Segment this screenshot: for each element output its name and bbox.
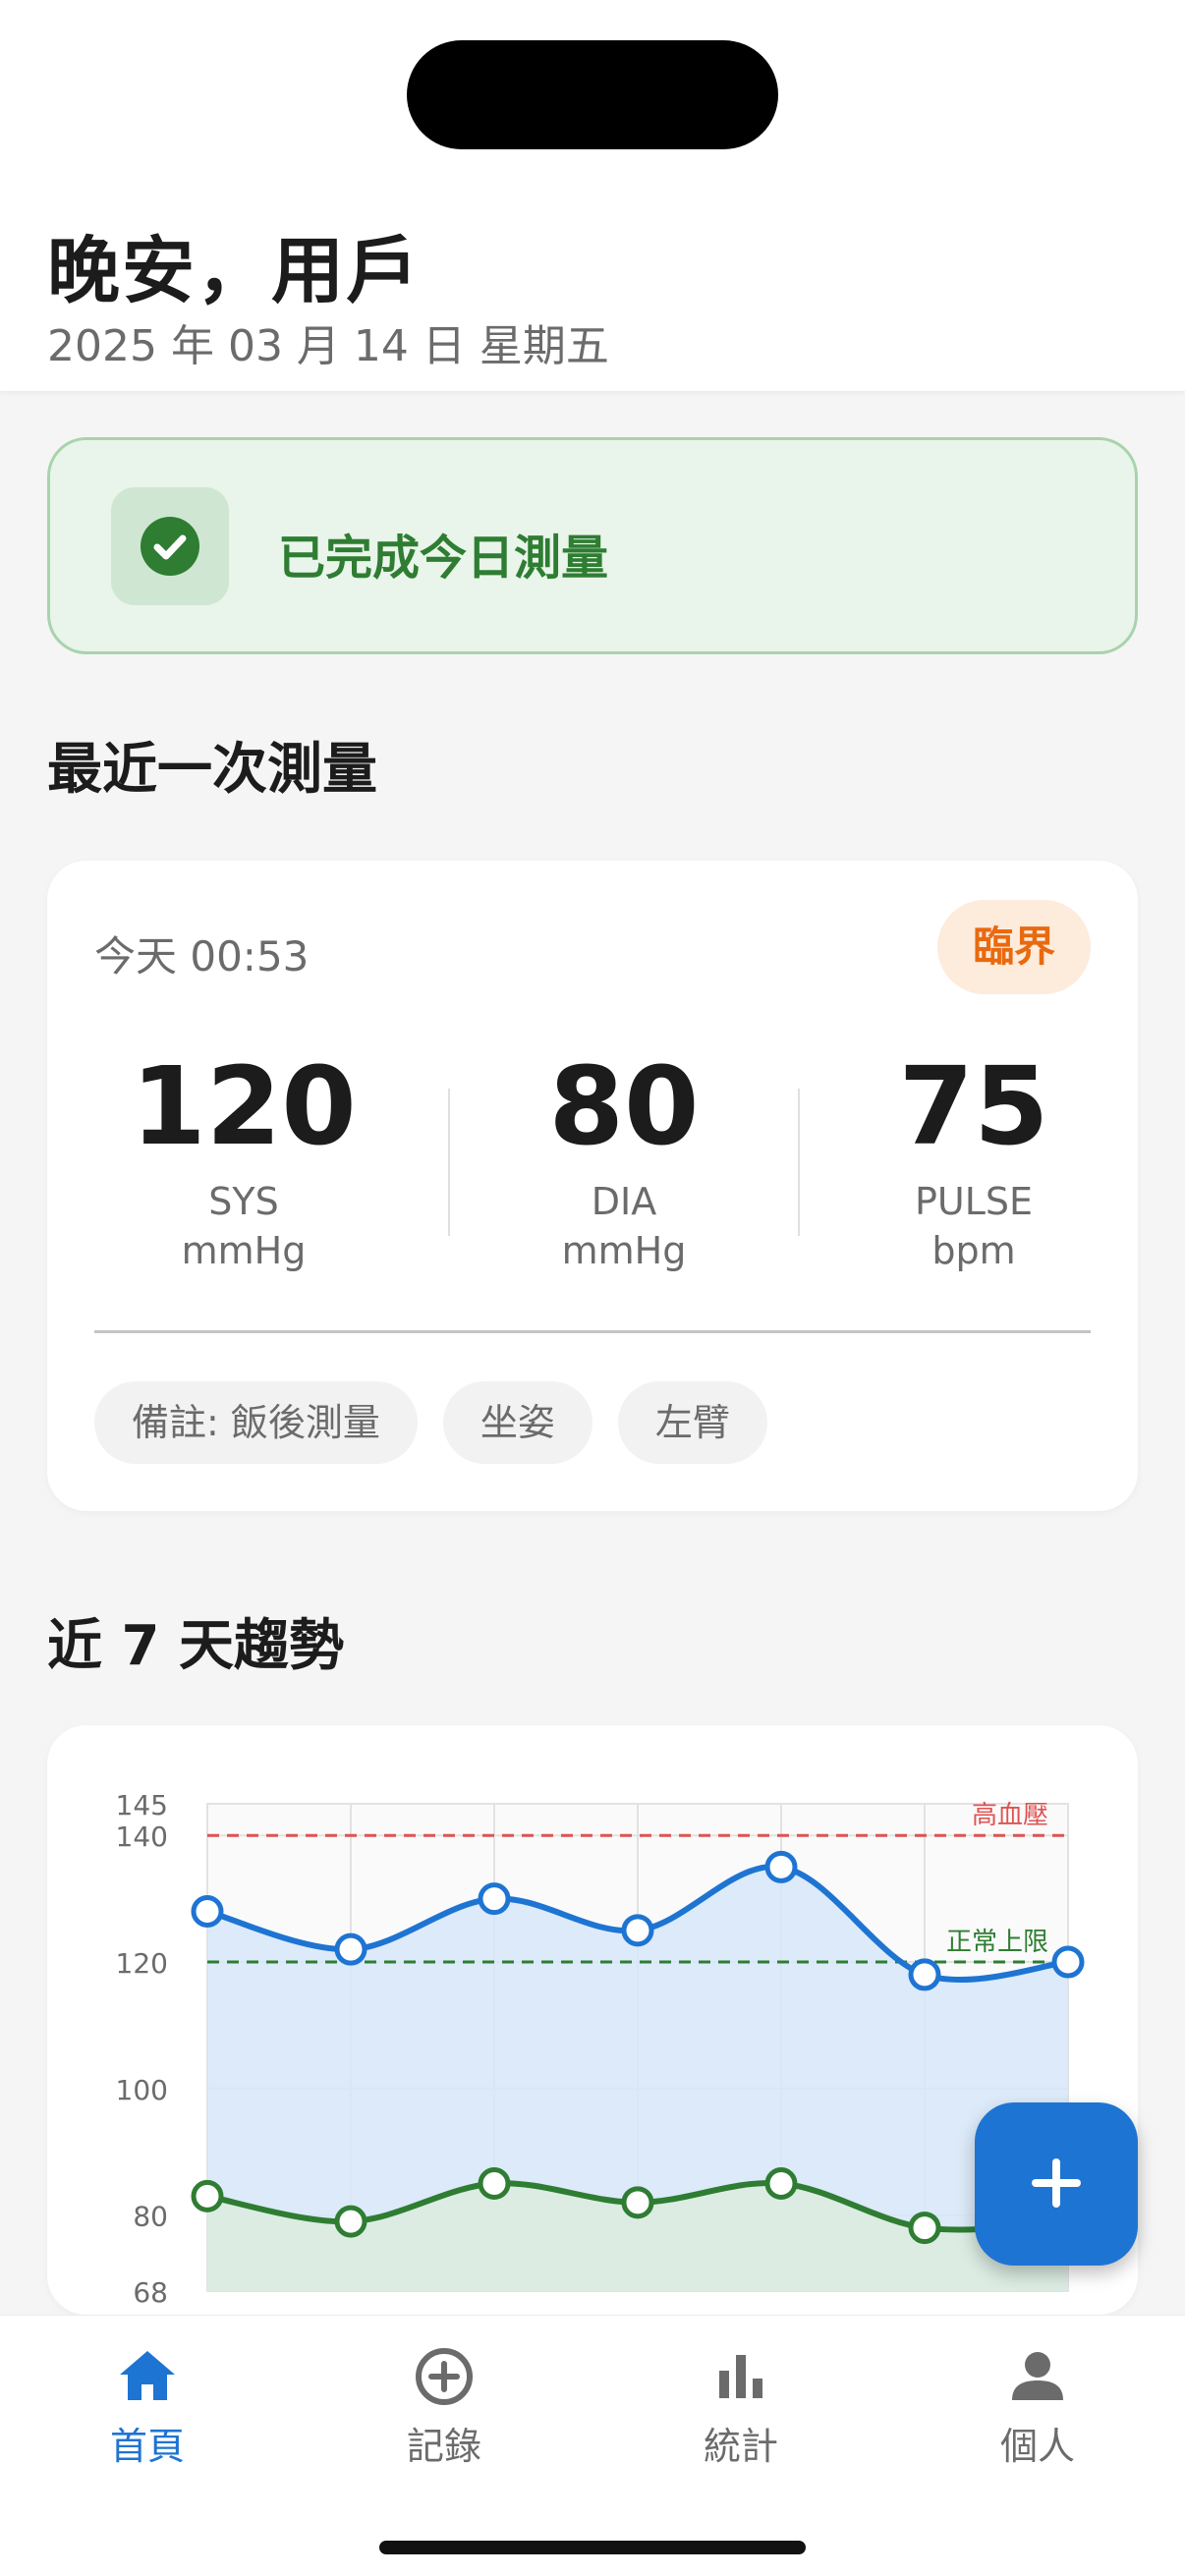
data-point	[191, 2179, 224, 2212]
nav-profile-label: 個人	[999, 2425, 1075, 2468]
nav-stats-label: 統計	[703, 2425, 778, 2468]
page-header: 晚安，用戶 2025 年 03 月 14 日 星期五	[0, 187, 1185, 391]
home-indicator	[379, 2541, 806, 2554]
home-icon	[116, 2345, 179, 2408]
measurement-done-banner: 已完成今日測量	[47, 437, 1138, 654]
done-message: 已完成今日測量	[278, 531, 609, 586]
data-point	[908, 1958, 941, 1991]
data-point	[908, 2212, 941, 2245]
dia-unit: mmHg	[561, 1229, 687, 1272]
bottom-navigation: 首頁 記錄 統計 個人	[0, 2315, 1185, 2576]
metric-divider	[448, 1089, 450, 1236]
y-tick-label: 80	[133, 2201, 168, 2233]
nav-stats[interactable]: 統計	[593, 2345, 888, 2468]
dia-label: DIA	[591, 1180, 657, 1223]
data-point	[621, 1914, 654, 1947]
data-point	[621, 2186, 654, 2219]
data-point	[1051, 1945, 1085, 1979]
data-point	[478, 2166, 511, 2200]
measurement-tags: 備註: 飯後測量 坐姿 左臂	[94, 1381, 767, 1464]
y-tick-label: 120	[116, 1947, 168, 1980]
status-bar	[0, 0, 1185, 187]
nav-home[interactable]: 首頁	[0, 2345, 295, 2468]
latest-section-title: 最近一次測量	[47, 738, 377, 802]
pulse-metric: 75 PULSE bpm	[826, 1047, 1121, 1275]
nav-record-label: 記錄	[406, 2425, 481, 2468]
y-tick-label: 140	[116, 1820, 168, 1853]
nav-record[interactable]: 記錄	[297, 2345, 592, 2468]
person-icon	[1006, 2345, 1069, 2408]
metric-divider	[798, 1089, 800, 1236]
plus-icon-vertical	[1052, 2158, 1060, 2208]
posture-tag: 坐姿	[442, 1381, 592, 1464]
pulse-unit: bpm	[931, 1229, 1016, 1272]
data-point	[334, 2205, 367, 2238]
measurement-time: 今天 00:53	[94, 932, 310, 980]
note-tag: 備註: 飯後測量	[94, 1381, 418, 1464]
data-point	[764, 2166, 798, 2200]
add-circle-icon	[413, 2345, 476, 2408]
greeting-title: 晚安，用戶	[47, 229, 421, 313]
check-icon-container	[111, 487, 229, 605]
pulse-value: 75	[898, 1043, 1049, 1169]
add-measurement-button[interactable]	[975, 2102, 1138, 2266]
sys-unit: mmHg	[181, 1229, 307, 1272]
bar-chart-icon	[709, 2345, 772, 2408]
card-divider	[94, 1330, 1091, 1333]
dia-value: 80	[548, 1043, 700, 1169]
data-point	[191, 1895, 224, 1929]
reference-line-label: 正常上限	[946, 1928, 1048, 1957]
nav-profile[interactable]: 個人	[890, 2345, 1185, 2468]
pulse-label: PULSE	[914, 1180, 1034, 1223]
y-tick-label: 145	[116, 1789, 168, 1821]
arm-tag: 左臂	[617, 1381, 767, 1464]
trend-section-title: 近 7 天趨勢	[47, 1614, 344, 1678]
data-point	[478, 1882, 511, 1916]
status-badge: 臨界	[937, 900, 1091, 994]
sys-label: SYS	[208, 1180, 279, 1223]
check-circle-icon	[141, 517, 199, 576]
reference-line-label: 高血壓	[972, 1801, 1048, 1830]
nav-home-label: 首頁	[109, 2425, 185, 2468]
latest-measurement-card[interactable]: 今天 00:53 臨界 120 SYS mmHg 80 DIA mmHg 75 …	[47, 861, 1138, 1511]
data-point	[764, 1850, 798, 1883]
dia-metric: 80 DIA mmHg	[477, 1047, 771, 1275]
sys-value: 120	[131, 1043, 357, 1169]
data-point	[334, 1932, 367, 1966]
sys-metric: 120 SYS mmHg	[96, 1047, 391, 1275]
current-date: 2025 年 03 月 14 日 星期五	[47, 321, 609, 371]
y-tick-label: 68	[133, 2276, 168, 2309]
camera-notch	[407, 40, 778, 149]
y-tick-label: 100	[116, 2074, 168, 2106]
